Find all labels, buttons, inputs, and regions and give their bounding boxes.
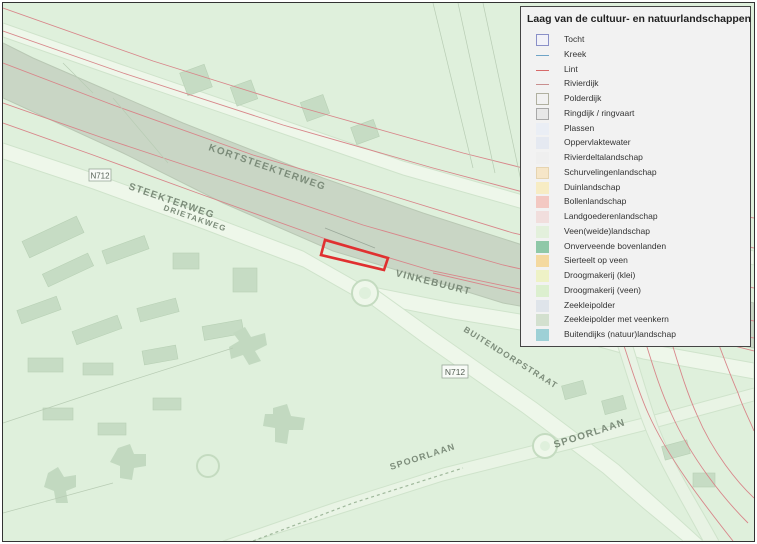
legend-item: Rivierdeltalandschap: [521, 151, 750, 166]
road-shield-mid: N712: [441, 364, 469, 379]
legend-list: Tocht Kreek Lint Rivierdijk Polderdijk Ringdi…: [521, 33, 750, 343]
legend-swatch: [536, 196, 549, 209]
legend-item: Droogmakerij (veen): [521, 284, 750, 299]
legend-swatch: [536, 152, 549, 164]
legend-swatch: [536, 64, 549, 76]
legend-label: Zeekleipolder: [564, 299, 616, 310]
legend-label: Oppervlaktewater: [564, 137, 631, 148]
legend-label: Rivierdeltalandschap: [564, 152, 643, 162]
legend-swatch: [536, 34, 549, 46]
legend-label: Sierteelt op veen: [564, 255, 628, 266]
legend-label: Droogmakerij (veen): [564, 284, 641, 295]
legend-item: Zeekleipolder met veenkern: [521, 313, 750, 328]
legend-swatch: [536, 240, 549, 253]
legend-label: Bollenlandschap: [564, 196, 627, 207]
legend-item: Veen(weide)landschap: [521, 225, 750, 240]
legend-swatch: [536, 299, 549, 312]
legend-item: Ringdijk / ringvaart: [521, 107, 750, 122]
legend-label: Plassen: [564, 122, 595, 133]
legend-label: Lint: [564, 63, 578, 74]
legend-swatch: [536, 255, 549, 268]
legend-panel: Laag van de cultuur- en natuurlandschapp…: [520, 6, 751, 347]
legend-label: Duinlandschap: [564, 181, 621, 192]
legend-label: Zeekleipolder met veenkern: [564, 314, 669, 325]
legend-swatch: [536, 314, 549, 327]
legend-swatch: [536, 270, 549, 282]
road-shield-mid-label: N712: [445, 367, 466, 377]
legend-swatch: [536, 181, 549, 194]
legend-swatch: [536, 284, 549, 297]
legend-label: Buitendijks (natuur)landschap: [564, 329, 676, 339]
legend-title: Laag van de cultuur- en natuurlandschapp…: [527, 13, 752, 25]
legend-item: Plassen: [521, 122, 750, 137]
legend-swatch: [536, 137, 549, 150]
legend-item: Zeekleipolder: [521, 299, 750, 314]
roundabout-spoorlaan-center: [540, 441, 550, 451]
legend-label: Polderdijk: [564, 93, 602, 103]
legend-label: Rivierdijk: [564, 78, 599, 89]
legend-swatch: [536, 122, 549, 135]
legend-swatch: [536, 107, 549, 120]
legend-label: Veen(weide)landschap: [564, 225, 651, 236]
legend-item: Kreek: [521, 48, 750, 63]
legend-swatch: [536, 93, 549, 105]
legend-item: Polderdijk: [521, 92, 750, 107]
legend-label: Kreek: [564, 48, 587, 59]
legend-label: Landgoederenlandschap: [564, 211, 658, 221]
legend-swatch: [536, 49, 549, 61]
legend-item: Schurvelingenlandschap: [521, 166, 750, 181]
legend-swatch: [536, 329, 549, 341]
legend-item: Lint: [521, 63, 750, 78]
legend-swatch: [536, 78, 549, 90]
map-canvas[interactable]: N712 N712 KORTSTEEKTERWEG STEEKTERWEG DR…: [2, 2, 755, 542]
legend-swatch: [536, 225, 549, 238]
legend-label: Ringdijk / ringvaart: [564, 107, 635, 118]
legend-item: Oppervlaktewater: [521, 136, 750, 151]
road-shield-top: N712: [88, 168, 112, 182]
legend-label: Tocht: [564, 34, 585, 44]
legend-item: Rivierdijk: [521, 77, 750, 92]
legend-label: Onverveende bovenlanden: [564, 240, 667, 251]
legend-item: Droogmakerij (klei): [521, 269, 750, 284]
legend-swatch: [536, 211, 549, 223]
legend-item: Bollenlandschap: [521, 195, 750, 210]
legend-item: Duinlandschap: [521, 181, 750, 196]
legend-label: Droogmakerij (klei): [564, 270, 636, 280]
legend-item: Sierteelt op veen: [521, 254, 750, 269]
legend-item: Tocht: [521, 33, 750, 48]
roundabout-vinkebuurt-center: [359, 287, 371, 299]
legend-label: Schurvelingenlandschap: [564, 166, 657, 177]
legend-item: Buitendijks (natuur)landschap: [521, 328, 750, 343]
legend-swatch: [536, 166, 549, 179]
legend-item: Onverveende bovenlanden: [521, 240, 750, 255]
road-shield-top-label: N712: [90, 172, 110, 181]
legend-item: Landgoederenlandschap: [521, 210, 750, 225]
